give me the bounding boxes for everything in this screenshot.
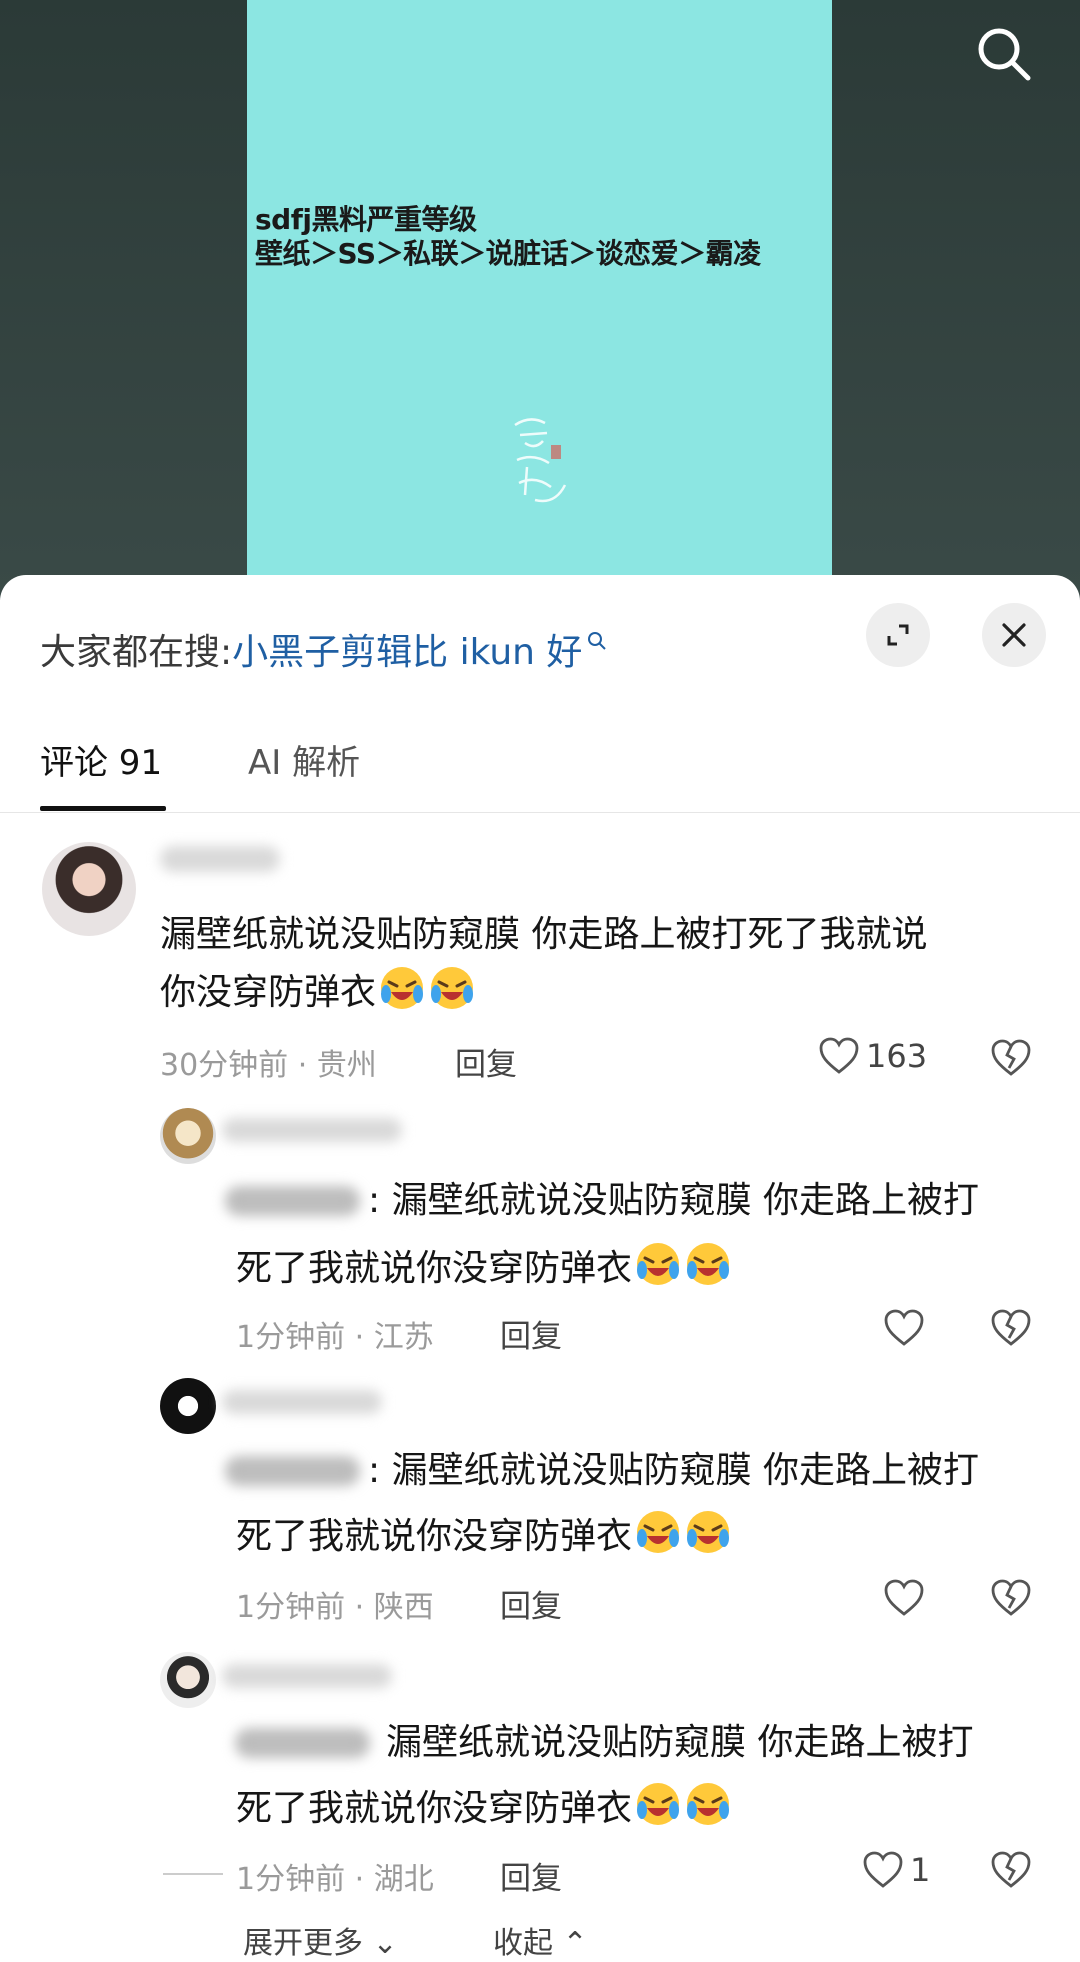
reply-text-line-1: : 漏壁纸就说没贴防窥膜 你走路上被打 [368,1180,980,1221]
calligraphy-watermark [514,418,567,503]
username-blurred[interactable] [222,1118,402,1142]
crying-laughing-emoji [687,1243,730,1285]
reply-text-line-2: 死了我就说你没穿防弹衣 [236,1508,732,1566]
hot-search-query[interactable]: 小黑子剪辑比 ikun 好 [232,632,582,673]
reply-target-blurred [235,1728,370,1758]
tab-ai-analysis[interactable]: AI 解析 [248,735,360,784]
hot-search-prefix: 大家都在搜: [40,632,233,673]
comment-meta: 30分钟前 · 贵州 [160,1048,377,1083]
small-search-icon [588,632,607,650]
collapse-icon [887,624,909,646]
chevron-up-icon: ⌃ [562,1926,588,1961]
crying-laughing-emoji [637,1783,680,1825]
reply-text-line-1: 漏壁纸就说没贴防窥膜 你走路上被打 [386,1722,974,1763]
tab-comments[interactable]: 评论 91 [40,735,162,784]
search-icon[interactable] [972,22,1034,84]
crying-laughing-emoji [381,967,424,1009]
reply-text-line-2: 死了我就说你没穿防弹衣 [236,1780,732,1838]
reply-meta: 1分钟前 · 江苏 [236,1320,434,1355]
reply-meta: 1分钟前 · 湖北 [236,1862,434,1897]
expand-divider-line [163,1873,223,1875]
crying-laughing-emoji [431,967,474,1009]
broken-heart-icon[interactable] [990,1308,1032,1348]
reply-target-blurred [225,1456,360,1486]
like-count: 163 [866,1037,928,1075]
avatar[interactable] [160,1378,216,1434]
collapse-button[interactable] [866,603,930,667]
reply-button[interactable]: 回复 [500,1581,562,1626]
username-blurred[interactable] [222,1664,392,1688]
comment-text-line-1: 漏壁纸就说没贴防窥膜 你走路上被打死了我就说 [160,914,928,955]
crying-laughing-emoji [637,1511,680,1553]
avatar[interactable] [160,1652,216,1708]
heart-icon[interactable] [883,1308,925,1348]
like-button[interactable]: 163 [818,1036,927,1076]
crying-laughing-emoji [687,1511,730,1553]
tab-divider [0,812,1080,813]
chevron-down-icon: ⌄ [372,1926,398,1961]
broken-heart-icon[interactable] [990,1578,1032,1618]
like-count: 1 [910,1851,931,1889]
reply-button[interactable]: 回复 [500,1853,562,1898]
collapse-replies-button[interactable]: 收起 ⌃ [493,1918,588,1962]
active-tab-indicator [40,806,166,811]
expand-more-button[interactable]: 展开更多 ⌄ [243,1918,398,1962]
heart-icon [863,1851,903,1888]
username-blurred[interactable] [160,846,280,872]
comment-text-line-2: 你没穿防弹衣 [160,964,476,1022]
reply-text-line-1: : 漏壁纸就说没贴防窥膜 你走路上被打 [368,1450,980,1491]
video-player[interactable]: sdfj黑料严重等级 壁纸＞SS＞私联＞说脏话＞谈恋爱＞霸凌 [0,0,1080,600]
hot-search-bar[interactable]: 大家都在搜:小黑子剪辑比 ikun 好 [40,623,608,675]
heart-icon [819,1037,859,1074]
reply-button[interactable]: 回复 [455,1039,517,1084]
avatar[interactable] [42,842,136,936]
video-text-line-2: 壁纸＞SS＞私联＞说脏话＞谈恋爱＞霸凌 [255,237,761,270]
crying-laughing-emoji [687,1783,730,1825]
username-blurred[interactable] [222,1390,382,1414]
broken-heart-icon[interactable] [990,1038,1032,1078]
reply-meta: 1分钟前 · 陕西 [236,1590,434,1625]
broken-heart-icon[interactable] [990,1850,1032,1890]
heart-icon[interactable] [883,1578,925,1618]
like-button[interactable]: 1 [862,1850,930,1890]
close-button[interactable] [982,603,1046,667]
crying-laughing-emoji [637,1243,680,1285]
reply-target-blurred [225,1186,360,1216]
reply-text-line-2: 死了我就说你没穿防弹衣 [236,1240,732,1298]
avatar[interactable] [160,1108,216,1164]
reply-button[interactable]: 回复 [500,1311,562,1356]
close-icon [1002,623,1026,647]
